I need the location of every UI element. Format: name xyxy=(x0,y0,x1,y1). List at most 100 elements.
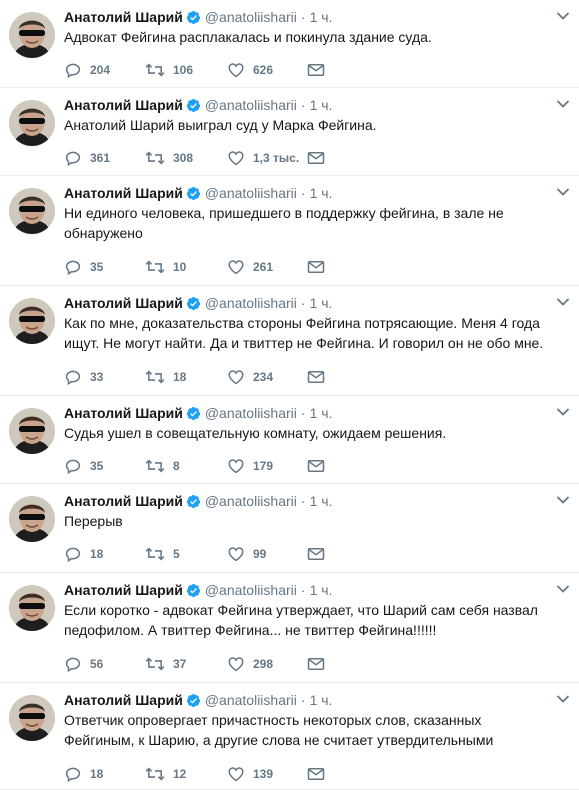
direct-message-button[interactable] xyxy=(307,257,325,277)
like-button[interactable]: 99 xyxy=(227,544,266,564)
author-name[interactable]: Анатолий Шарий xyxy=(64,581,183,599)
tweet[interactable]: Анатолий Шарий @anatoliisharii · 1 ч. Ка… xyxy=(0,286,579,396)
author-handle[interactable]: @anatoliisharii xyxy=(205,492,297,510)
author-name[interactable]: Анатолий Шарий xyxy=(64,691,183,709)
reply-icon xyxy=(64,149,82,167)
author-handle[interactable]: @anatoliisharii xyxy=(205,581,297,599)
reply-button[interactable]: 33 xyxy=(64,367,103,387)
retweet-button[interactable]: 106 xyxy=(145,60,193,80)
like-icon xyxy=(227,258,245,276)
avatar[interactable] xyxy=(9,12,55,58)
tweet[interactable]: Анатолий Шарий @anatoliisharii · 1 ч. От… xyxy=(0,683,579,790)
retweet-button[interactable]: 308 xyxy=(145,148,193,168)
like-icon xyxy=(227,149,245,167)
tweet-timestamp[interactable]: 1 ч. xyxy=(310,8,333,26)
tweet-header: Анатолий Шарий @anatoliisharii · 1 ч. xyxy=(64,581,332,599)
like-button[interactable]: 234 xyxy=(227,367,273,387)
retweet-button[interactable]: 12 xyxy=(145,764,186,784)
author-handle[interactable]: @anatoliisharii xyxy=(205,404,297,422)
avatar[interactable] xyxy=(9,298,55,344)
tweet-timestamp[interactable]: 1 ч. xyxy=(310,294,333,312)
author-handle[interactable]: @anatoliisharii xyxy=(205,184,297,202)
reply-button[interactable]: 361 xyxy=(64,148,110,168)
like-button[interactable]: 179 xyxy=(227,456,273,476)
like-button[interactable]: 298 xyxy=(227,654,273,674)
reply-count: 18 xyxy=(90,767,104,781)
author-name[interactable]: Анатолий Шарий xyxy=(64,8,183,26)
avatar[interactable] xyxy=(9,188,55,234)
like-button[interactable]: 261 xyxy=(227,257,273,277)
chevron-down-icon[interactable] xyxy=(556,407,570,417)
tweet[interactable]: Анатолий Шарий @anatoliisharii · 1 ч. Ни… xyxy=(0,176,579,286)
retweet-button[interactable]: 10 xyxy=(145,257,186,277)
direct-message-button[interactable] xyxy=(307,148,325,168)
chevron-down-icon[interactable] xyxy=(556,297,570,307)
avatar[interactable] xyxy=(9,585,55,631)
like-count: 626 xyxy=(253,63,274,77)
direct-message-button[interactable] xyxy=(307,367,325,387)
chevron-down-icon[interactable] xyxy=(556,694,570,704)
author-name[interactable]: Анатолий Шарий xyxy=(64,404,183,422)
like-icon xyxy=(227,368,245,386)
like-button[interactable]: 139 xyxy=(227,764,273,784)
direct-message-icon xyxy=(307,62,325,78)
tweet[interactable]: Анатолий Шарий @anatoliisharii · 1 ч. Су… xyxy=(0,396,579,484)
author-name[interactable]: Анатолий Шарий xyxy=(64,184,183,202)
retweet-button[interactable]: 18 xyxy=(145,367,186,387)
tweet[interactable]: Анатолий Шарий @anatoliisharii · 1 ч. Ан… xyxy=(0,88,579,176)
avatar[interactable] xyxy=(9,496,55,542)
author-name[interactable]: Анатолий Шарий xyxy=(64,96,183,114)
reply-button[interactable]: 35 xyxy=(64,257,103,277)
tweet[interactable]: Анатолий Шарий @anatoliisharii · 1 ч. Ад… xyxy=(0,0,579,88)
chevron-down-icon[interactable] xyxy=(556,11,570,21)
tweet-timestamp[interactable]: 1 ч. xyxy=(310,691,333,709)
direct-message-icon xyxy=(307,150,325,166)
author-handle[interactable]: @anatoliisharii xyxy=(205,691,297,709)
retweet-count: 8 xyxy=(173,459,180,473)
chevron-down-icon[interactable] xyxy=(556,584,570,594)
reply-button[interactable]: 204 xyxy=(64,60,110,80)
author-name[interactable]: Анатолий Шарий xyxy=(64,492,183,510)
author-handle[interactable]: @anatoliisharii xyxy=(205,8,297,26)
retweet-button[interactable]: 8 xyxy=(145,456,180,476)
avatar[interactable] xyxy=(9,100,55,146)
retweet-button[interactable]: 37 xyxy=(145,654,186,674)
tweet-timestamp[interactable]: 1 ч. xyxy=(310,184,333,202)
retweet-button[interactable]: 5 xyxy=(145,544,180,564)
reply-button[interactable]: 56 xyxy=(64,654,103,674)
tweet[interactable]: Анатолий Шарий @anatoliisharii · 1 ч. Ес… xyxy=(0,573,579,683)
tweet-timestamp[interactable]: 1 ч. xyxy=(310,96,333,114)
reply-count: 33 xyxy=(90,370,104,384)
author-handle[interactable]: @anatoliisharii xyxy=(205,294,297,312)
tweet-timestamp[interactable]: 1 ч. xyxy=(310,404,333,422)
direct-message-button[interactable] xyxy=(307,544,325,564)
reply-button[interactable]: 18 xyxy=(64,764,103,784)
like-button[interactable]: 1,3 тыс. xyxy=(227,148,299,168)
like-count: 99 xyxy=(253,547,267,561)
author-handle[interactable]: @anatoliisharii xyxy=(205,96,297,114)
reply-button[interactable]: 35 xyxy=(64,456,103,476)
direct-message-button[interactable] xyxy=(307,764,325,784)
like-count: 139 xyxy=(253,767,274,781)
chevron-down-icon[interactable] xyxy=(556,187,570,197)
chevron-down-icon[interactable] xyxy=(556,495,570,505)
tweet[interactable]: Анатолий Шарий @anatoliisharii · 1 ч. Пе… xyxy=(0,484,579,573)
direct-message-button[interactable] xyxy=(307,456,325,476)
tweet-actions: 35 8 179 xyxy=(64,456,364,476)
reply-button[interactable]: 18 xyxy=(64,544,103,564)
chevron-down-icon[interactable] xyxy=(556,99,570,109)
like-icon xyxy=(227,545,245,563)
direct-message-button[interactable] xyxy=(307,60,325,80)
avatar[interactable] xyxy=(9,695,55,741)
avatar[interactable] xyxy=(9,408,55,454)
verified-badge-icon xyxy=(186,10,201,25)
like-button[interactable]: 626 xyxy=(227,60,273,80)
reply-icon xyxy=(64,457,82,475)
author-name[interactable]: Анатолий Шарий xyxy=(64,294,183,312)
reply-icon xyxy=(64,258,82,276)
tweet-timestamp[interactable]: 1 ч. xyxy=(310,581,333,599)
retweet-icon xyxy=(145,149,165,167)
direct-message-button[interactable] xyxy=(307,654,325,674)
tweet-timestamp[interactable]: 1 ч. xyxy=(310,492,333,510)
retweet-count: 12 xyxy=(173,767,187,781)
